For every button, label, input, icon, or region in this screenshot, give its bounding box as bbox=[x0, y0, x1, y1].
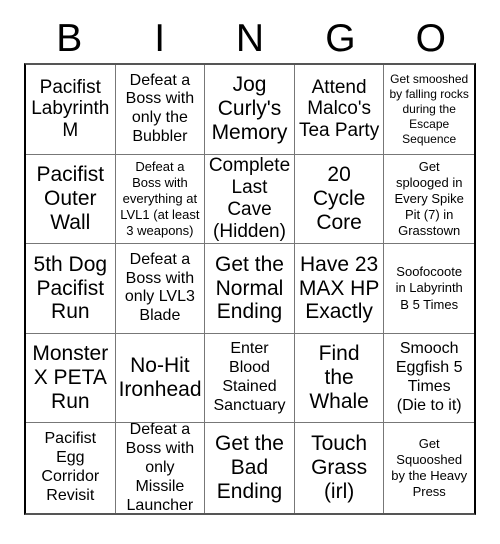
bingo-cell-label: Pacifist Outer Wall bbox=[36, 162, 105, 234]
bingo-cell-label: Jog Curly's Memory bbox=[211, 73, 288, 145]
bingo-cell-label: Defeat a Boss with only LVL3 Blade bbox=[124, 250, 195, 325]
header-letter-i: I bbox=[154, 17, 166, 60]
header-letter-g: G bbox=[325, 17, 356, 60]
bingo-cell-label: Attend Malco's Tea Party bbox=[298, 76, 380, 142]
bingo-cell-label: Have 23 MAX HP Exactly bbox=[298, 252, 380, 324]
bingo-cell-r2c4[interactable]: 20 Cycle Core bbox=[294, 154, 385, 245]
bingo-cell-label: Smooch Eggfish 5 Times (Die to it) bbox=[395, 340, 463, 414]
bingo-cell-r1c5[interactable]: Get smooshed by falling rocks during the… bbox=[384, 65, 474, 155]
bingo-cell-label: Enter Blood Stained Sanctuary bbox=[213, 340, 286, 414]
bingo-cell-label: Get smooshed by falling rocks during the… bbox=[389, 71, 469, 146]
bingo-cell-r4c4[interactable]: Find the Whale bbox=[294, 333, 385, 424]
bingo-cell-r1c2[interactable]: Defeat a Boss with only the Bubbler bbox=[115, 65, 206, 155]
bingo-cell-label: Defeat a Boss with only Missile Launcher bbox=[125, 423, 195, 513]
bingo-cell-r3c4[interactable]: Have 23 MAX HP Exactly bbox=[294, 244, 385, 334]
bingo-cell-r5c3[interactable]: Get the Bad Ending bbox=[205, 423, 295, 513]
bingo-cell-r5c1[interactable]: Pacifist Egg Corridor Revisit bbox=[26, 423, 116, 513]
bingo-cell-r4c5[interactable]: Smooch Eggfish 5 Times (Die to it) bbox=[384, 333, 474, 424]
bingo-cell-r4c3[interactable]: Enter Blood Stained Sanctuary bbox=[205, 333, 295, 424]
bingo-cell-r3c3[interactable]: Get the Normal Ending bbox=[205, 244, 295, 334]
bingo-cell-label: Monster X PETA Run bbox=[32, 342, 109, 414]
bingo-cell-label: Defeat a Boss with only the Bubbler bbox=[125, 71, 195, 146]
bingo-cell-r2c2[interactable]: Defeat a Boss with everything at LVL1 (a… bbox=[115, 154, 206, 245]
bingo-cell-r5c4[interactable]: Touch Grass (irl) bbox=[294, 423, 385, 513]
bingo-cell-label: Get splooged in Every Spike Pit (7) in G… bbox=[394, 158, 464, 239]
bingo-cell-label: 20 Cycle Core bbox=[312, 162, 366, 234]
bingo-cell-r3c1[interactable]: 5th Dog Pacifist Run bbox=[26, 244, 116, 334]
bingo-cell-label: Pacifist Egg Corridor Revisit bbox=[41, 430, 100, 505]
bingo-cell-label: Complete Last Cave (Hidden) bbox=[208, 155, 291, 242]
header-letter-n: N bbox=[235, 17, 265, 60]
bingo-cell-r3c2[interactable]: Defeat a Boss with only LVL3 Blade bbox=[115, 244, 206, 334]
bingo-cell-label: Soofocoote in Labyrinth B 5 Times bbox=[395, 264, 463, 312]
bingo-cell-label: No-Hit Ironhead bbox=[118, 354, 202, 402]
header-letter-o: O bbox=[415, 17, 446, 60]
bingo-cell-label: Touch Grass (irl) bbox=[311, 432, 368, 504]
bingo-cell-r5c5[interactable]: Get Squooshed by the Heavy Press bbox=[384, 423, 474, 513]
bingo-cell-label: 5th Dog Pacifist Run bbox=[33, 252, 108, 324]
bingo-cell-r1c4[interactable]: Attend Malco's Tea Party bbox=[294, 65, 385, 155]
bingo-cell-r4c1[interactable]: Monster X PETA Run bbox=[26, 333, 116, 424]
bingo-cell-r1c1[interactable]: Pacifist Labyrinth M bbox=[26, 65, 116, 155]
bingo-card: B I N G O Pacifist Labyrinth M Defeat a B… bbox=[0, 0, 500, 544]
bingo-cell-label: Get the Bad Ending bbox=[215, 432, 284, 504]
header-letter-b: B bbox=[56, 17, 83, 60]
bingo-cell-r2c3[interactable]: Complete Last Cave (Hidden) bbox=[205, 154, 295, 245]
bingo-cell-label: Find the Whale bbox=[309, 342, 369, 414]
bingo-grid: Pacifist Labyrinth M Defeat a Boss with o… bbox=[24, 63, 476, 515]
bingo-cell-label: Get Squooshed by the Heavy Press bbox=[391, 435, 468, 500]
bingo-cell-r5c2[interactable]: Defeat a Boss with only Missile Launcher bbox=[115, 423, 206, 513]
bingo-cell-r1c3[interactable]: Jog Curly's Memory bbox=[205, 65, 295, 155]
bingo-cell-label: Get the Normal Ending bbox=[215, 252, 284, 324]
bingo-cell-label: Defeat a Boss with everything at LVL1 (a… bbox=[120, 158, 200, 239]
bingo-cell-r3c5[interactable]: Soofocoote in Labyrinth B 5 Times bbox=[384, 244, 474, 334]
bingo-cell-label: Pacifist Labyrinth M bbox=[31, 76, 110, 142]
bingo-header: B I N G O bbox=[24, 14, 476, 63]
bingo-cell-r2c1[interactable]: Pacifist Outer Wall bbox=[26, 154, 116, 245]
bingo-cell-r4c2[interactable]: No-Hit Ironhead bbox=[115, 333, 206, 424]
bingo-cell-r2c5[interactable]: Get splooged in Every Spike Pit (7) in G… bbox=[384, 154, 474, 245]
